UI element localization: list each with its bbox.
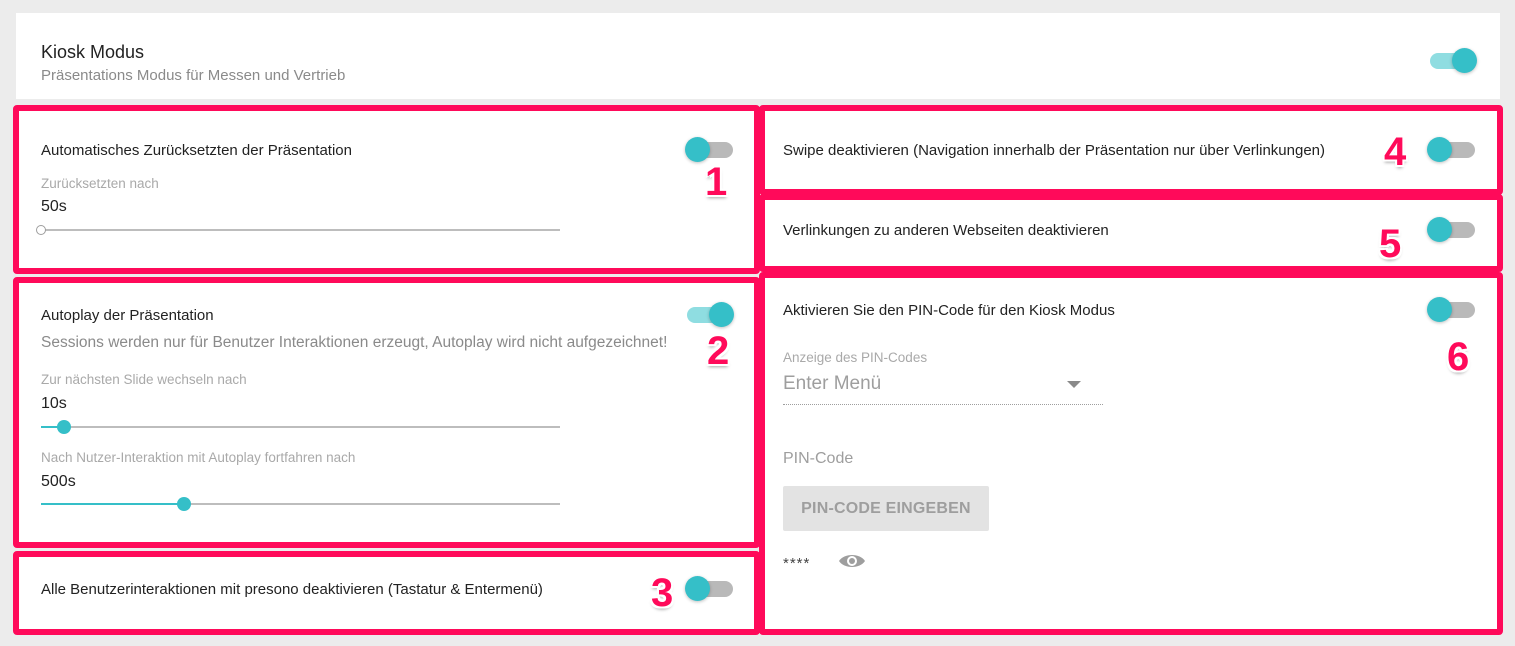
kiosk-mode-toggle[interactable] <box>1428 47 1478 73</box>
highlight-frame-3 <box>13 551 760 635</box>
annotation-number-2: 2 <box>707 329 730 373</box>
annotation-number-4: 4 <box>1384 130 1407 174</box>
annotation-number-3: 3 <box>651 571 674 615</box>
annotation-number-6: 6 <box>1447 335 1470 379</box>
annotation-number-1: 1 <box>705 160 728 204</box>
annotation-number-5: 5 <box>1379 222 1402 266</box>
highlight-frame-1 <box>13 105 760 274</box>
highlight-frame-6 <box>759 272 1503 635</box>
kiosk-title: Kiosk Modus <box>41 42 145 62</box>
highlight-frame-2 <box>13 277 760 548</box>
kiosk-header-card: Kiosk Modus Präsentations Modus für Mess… <box>16 13 1500 99</box>
kiosk-subtitle: Präsentations Modus für Messen und Vertr… <box>41 67 346 84</box>
